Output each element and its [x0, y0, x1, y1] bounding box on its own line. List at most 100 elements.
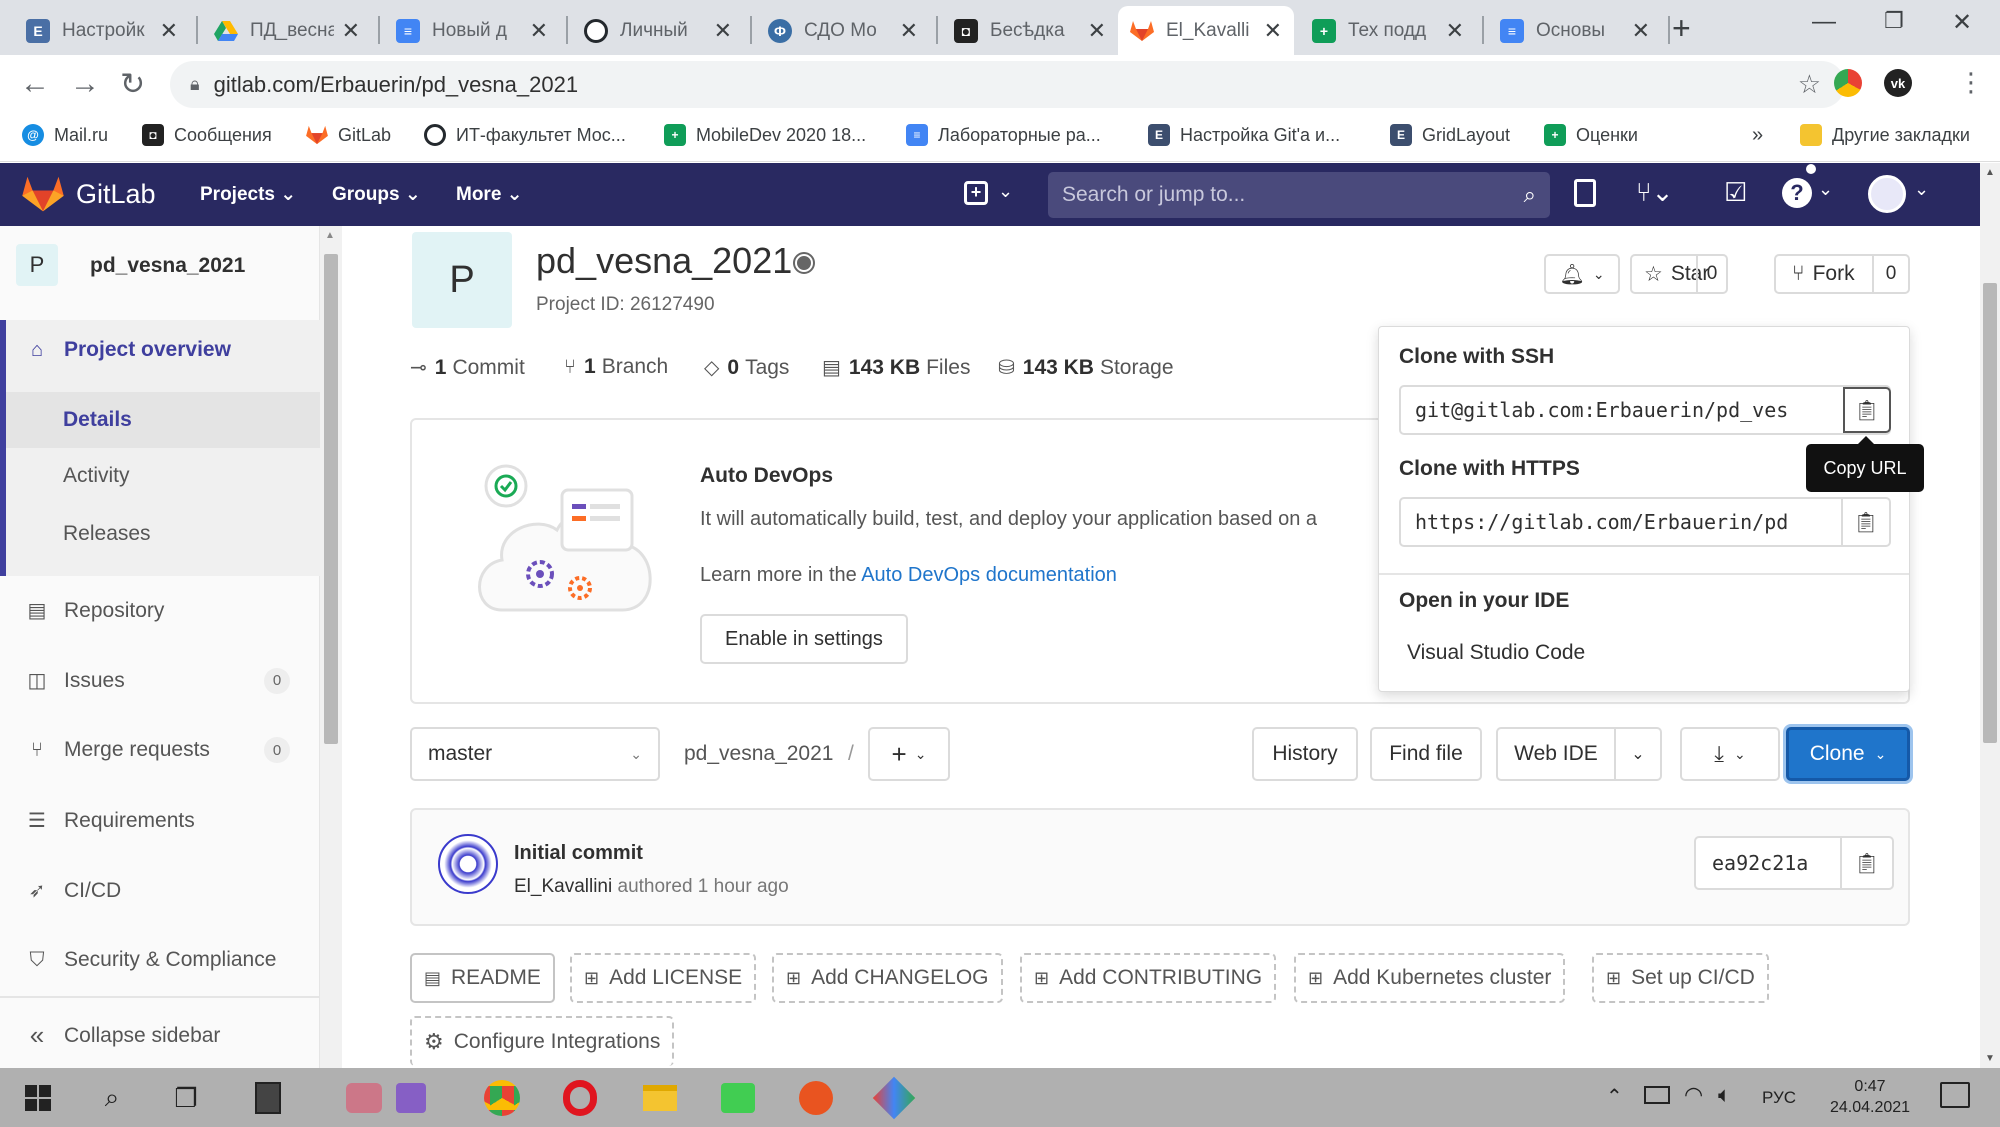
extension-icon[interactable] [1834, 69, 1862, 97]
restore-icon[interactable]: ❐ [1884, 8, 1904, 34]
task-view-icon[interactable]: ❐ [166, 1078, 206, 1118]
clone-ssh-field[interactable]: git@gitlab.com:Erbauerin/pd_ves 📋︎ [1399, 385, 1891, 435]
web-ide-dropdown[interactable]: ⌄ [1614, 727, 1662, 781]
add-contributing-button[interactable]: ⊞ Add CONTRIBUTING [1020, 953, 1277, 1003]
vk-extension-icon[interactable]: vk [1884, 69, 1912, 97]
battery-icon[interactable] [1644, 1086, 1670, 1104]
fork-count[interactable]: 0 [1872, 256, 1908, 292]
copy-https-url-button[interactable]: 📋︎ [1841, 499, 1889, 545]
bookmark-item[interactable]: GitLab [306, 124, 391, 146]
web-ide-button[interactable]: Web IDE [1496, 727, 1616, 781]
configure-integrations-button[interactable]: ⚙ Configure Integrations [410, 1016, 675, 1066]
sidebar-project-name[interactable]: pd_vesna_2021 [90, 254, 245, 278]
chrome-icon[interactable] [482, 1078, 522, 1118]
nav-more[interactable]: More ⌄ [456, 183, 523, 206]
tray-chevron-up-icon[interactable]: ⌃ [1606, 1084, 1623, 1109]
fork-button[interactable]: ⑂ Fork 0 [1774, 254, 1910, 294]
gitlab-brand[interactable]: GitLab [76, 179, 156, 210]
app-group-icon[interactable] [326, 1078, 446, 1118]
breadcrumb-project-path[interactable]: pd_vesna_2021 [684, 742, 833, 766]
sidebar-scroll-thumb[interactable] [324, 254, 338, 744]
browser-tab-active[interactable]: El_Kavalli ✕ [1118, 6, 1294, 55]
close-icon[interactable]: ✕ [530, 18, 548, 44]
browser-tab[interactable]: Личный ✕ [572, 6, 744, 55]
sidebar-item-cicd[interactable]: ➶ CI/CD [0, 878, 320, 903]
star-count[interactable]: 0 [1696, 256, 1726, 292]
chevron-down-icon[interactable]: ⌄ [998, 181, 1013, 202]
bookmark-item[interactable]: E GridLayout [1390, 124, 1510, 146]
language-indicator[interactable]: РУС [1762, 1088, 1796, 1108]
merge-requests-nav-icon[interactable]: ⑂⌄ [1636, 177, 1673, 208]
chevron-down-icon[interactable]: ⌄ [1914, 179, 1929, 200]
page-scroll-thumb[interactable] [1983, 283, 1997, 743]
windows-start-icon[interactable] [18, 1078, 58, 1118]
nav-projects[interactable]: Projects ⌄ [200, 183, 296, 206]
minimize-icon[interactable]: — [1812, 8, 1836, 36]
volume-icon[interactable]: 🔈︎ [1718, 1082, 1731, 1108]
browser-tab[interactable]: ◘ Бесѣдка ✕ [942, 6, 1118, 55]
file-explorer-icon[interactable] [640, 1078, 680, 1118]
close-icon[interactable]: ✕ [900, 18, 918, 44]
opera-icon[interactable] [560, 1078, 600, 1118]
issues-nav-icon[interactable] [1574, 179, 1596, 207]
history-button[interactable]: History [1252, 727, 1358, 781]
commit-author[interactable]: El_Kavallini [514, 876, 612, 897]
branch-select[interactable]: master ⌄ [410, 727, 660, 781]
add-to-tree-button[interactable]: + ⌄ [868, 727, 950, 781]
gitlab-logo-icon[interactable] [22, 175, 64, 213]
clone-https-field[interactable]: https://gitlab.com/Erbauerin/pd 📋︎ [1399, 497, 1891, 547]
tags-stat[interactable]: ◇ 0 Tags [704, 355, 789, 380]
bookmark-item[interactable]: ≡ Лабораторные ра... [906, 124, 1101, 146]
browser-tab[interactable]: + Тех подд ✕ [1300, 6, 1476, 55]
sidebar-item-merge-requests[interactable]: ⑂ Merge requests 0 [0, 737, 320, 763]
other-bookmarks[interactable]: Другие закладки [1800, 124, 1970, 146]
new-item-icon[interactable]: + [964, 181, 988, 205]
qt-creator-icon[interactable] [718, 1078, 758, 1118]
download-button[interactable]: ⤓ ⌄ [1680, 727, 1780, 781]
search-icon[interactable]: ⌕ [92, 1078, 132, 1118]
project-avatar[interactable]: P [16, 244, 58, 286]
close-icon[interactable]: ✕ [714, 18, 732, 44]
bookmark-item[interactable]: + MobileDev 2020 18... [664, 124, 866, 146]
close-icon[interactable]: ✕ [342, 18, 360, 44]
clock[interactable]: 0:47 24.04.2021 [1820, 1076, 1920, 1118]
add-license-button[interactable]: ⊞ Add LICENSE [570, 953, 757, 1003]
browser-menu-icon[interactable]: ⋮ [1958, 67, 1984, 98]
bookmarks-overflow-button[interactable]: » [1752, 124, 1763, 147]
branches-stat[interactable]: ⑂ 1 Branch [564, 355, 668, 379]
browser-tab[interactable]: E Настройк ✕ [14, 6, 190, 55]
bookmark-star-icon[interactable]: ☆ [1798, 69, 1821, 100]
user-avatar[interactable] [1868, 175, 1906, 213]
bookmark-item[interactable]: @ Mail.ru [22, 124, 108, 146]
auto-devops-docs-link[interactable]: Auto DevOps documentation [861, 564, 1117, 586]
sidebar-item-security[interactable]: ⛉ Security & Compliance [0, 948, 320, 972]
notifications-icon[interactable] [1940, 1082, 1970, 1108]
chevron-down-icon[interactable]: ⌄ [1818, 179, 1833, 200]
browser-tab[interactable]: ≡ Новый д ✕ [384, 6, 560, 55]
bookmark-item[interactable]: E Настройка Git'a и... [1148, 124, 1340, 146]
add-kubernetes-button[interactable]: ⊞ Add Kubernetes cluster [1294, 953, 1566, 1003]
close-icon[interactable]: ✕ [160, 18, 178, 44]
notification-button[interactable]: 🔔︎ ⌄ [1544, 254, 1620, 294]
bookmark-item[interactable]: + Оценки [1544, 124, 1638, 146]
window-close-icon[interactable]: ✕ [1952, 8, 1972, 37]
sidebar-item-repository[interactable]: ▤ Repository [0, 598, 320, 623]
wifi-icon[interactable]: ◠ [1684, 1082, 1703, 1108]
commit-sha-button[interactable]: ea92c21a 📋︎ [1694, 836, 1894, 890]
close-icon[interactable]: ✕ [1264, 18, 1282, 44]
page-scrollbar[interactable]: ▲ ▼ [1980, 163, 2000, 1068]
add-changelog-button[interactable]: ⊞ Add CHANGELOG [772, 953, 1003, 1003]
bookmark-item[interactable]: ИТ-факультет Мос... [424, 124, 626, 146]
calculator-icon[interactable] [248, 1078, 288, 1118]
search-input[interactable]: Search or jump to... ⌕ [1048, 172, 1550, 218]
url-field[interactable]: 🔒︎ gitlab.com/Erbauerin/pd_vesna_2021 ☆ [170, 61, 1845, 108]
browser-tab[interactable]: ≡ Основы ✕ [1488, 6, 1662, 55]
star-button[interactable]: ☆ Star 0 [1630, 254, 1728, 294]
files-stat[interactable]: ▤ 143 KB Files [822, 355, 970, 380]
browser-tab[interactable]: Ф СДО Мо ✕ [756, 6, 930, 55]
app-icon[interactable] [872, 1076, 916, 1120]
copy-ssh-url-button[interactable]: 📋︎ [1843, 387, 1891, 433]
sidebar-scrollbar[interactable]: ▲ [320, 226, 342, 1068]
open-in-vscode-option[interactable]: Visual Studio Code [1407, 641, 1585, 665]
collapse-sidebar-button[interactable]: «Collapse sidebar [0, 1020, 320, 1051]
